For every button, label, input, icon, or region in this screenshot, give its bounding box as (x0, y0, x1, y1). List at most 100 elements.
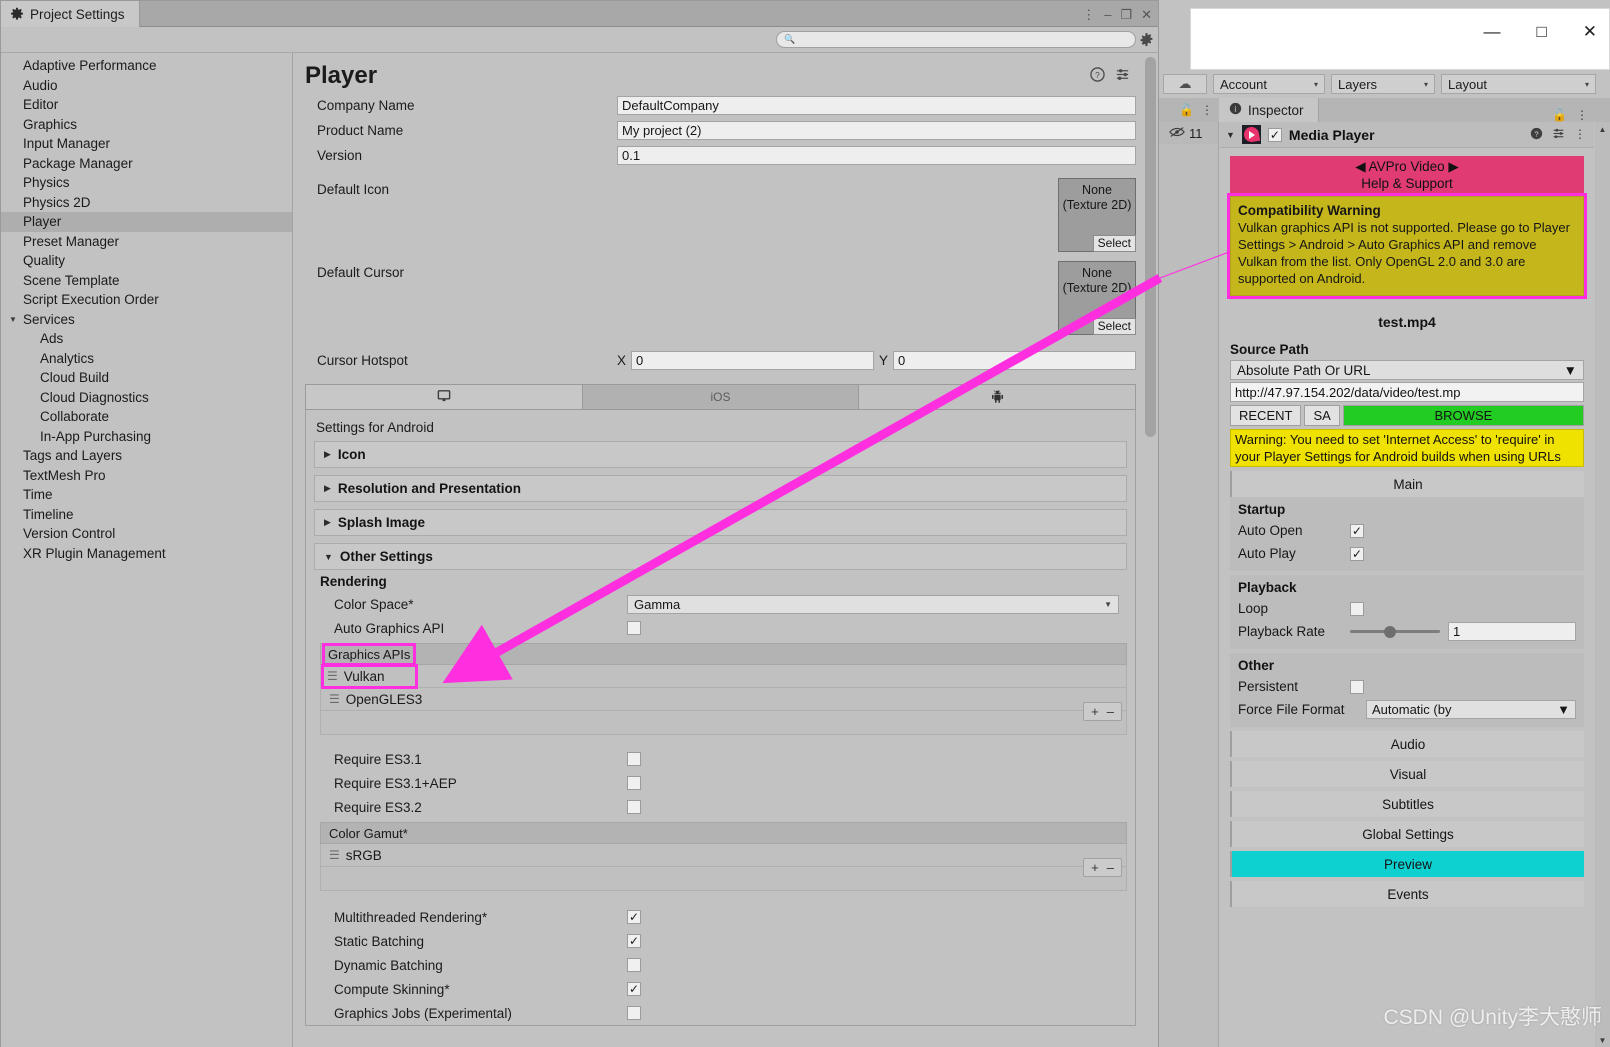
sidebar-item-in-app-purchasing[interactable]: In-App Purchasing (1, 427, 292, 447)
default-cursor-object-field[interactable]: None (Texture 2D) Select (1058, 261, 1136, 335)
sidebar-item-version-control[interactable]: Version Control (1, 524, 292, 544)
scrollbar-thumb[interactable] (1145, 57, 1156, 437)
sidebar-item-cloud-diagnostics[interactable]: Cloud Diagnostics (1, 388, 292, 408)
sidebar-item-cloud-build[interactable]: Cloud Build (1, 368, 292, 388)
help-icon[interactable]: ? (1090, 67, 1105, 82)
default-icon-object-field[interactable]: None (Texture 2D) Select (1058, 178, 1136, 252)
drag-handle-icon[interactable]: ☰ (329, 848, 340, 862)
sidebar-item-audio[interactable]: Audio (1, 76, 292, 96)
settings-sidebar[interactable]: Adaptive Performance Audio Editor Graphi… (1, 53, 293, 1047)
minimize-icon[interactable]: – (1104, 8, 1111, 21)
sidebar-item-physics-2d[interactable]: Physics 2D (1, 193, 292, 213)
company-name-input[interactable]: DefaultCompany (617, 95, 1136, 115)
settings-gear-icon[interactable] (1139, 32, 1154, 47)
playback-rate-value[interactable]: 1 (1448, 622, 1576, 641)
hotspot-y-input[interactable]: 0 (893, 350, 1136, 370)
sidebar-item-collaborate[interactable]: Collaborate (1, 407, 292, 427)
tab-inspector[interactable]: i Inspector (1219, 98, 1319, 122)
chevron-down-icon[interactable]: ▼ (9, 315, 17, 324)
auto-play-checkbox[interactable]: ✓ (1350, 546, 1364, 561)
sidebar-item-physics[interactable]: Physics (1, 173, 292, 193)
dynamic-batching-checkbox[interactable] (627, 958, 641, 972)
preset-icon[interactable] (1115, 67, 1130, 82)
platform-tab-bar[interactable]: iOS (305, 384, 1136, 410)
search-field-wrapper[interactable]: 🔍 (776, 31, 1136, 48)
section-tab-main[interactable]: Main (1230, 471, 1584, 497)
sidebar-item-ads[interactable]: Ads (1, 329, 292, 349)
remove-color-gamut-button[interactable]: – (1107, 860, 1114, 875)
sidebar-item-graphics[interactable]: Graphics (1, 115, 292, 135)
graphics-api-item-vulkan[interactable]: ☰ Vulkan (320, 663, 1127, 689)
auto-open-checkbox[interactable]: ✓ (1350, 523, 1364, 538)
sidebar-item-analytics[interactable]: Analytics (1, 349, 292, 369)
preset-icon[interactable] (1552, 127, 1565, 143)
search-input[interactable] (799, 33, 1135, 46)
slider-knob[interactable] (1384, 625, 1397, 638)
require-es31-checkbox[interactable] (627, 752, 641, 766)
sidebar-item-xr-plugin-management[interactable]: XR Plugin Management (1, 544, 292, 564)
kebab-icon[interactable]: ⋮ (1574, 127, 1586, 143)
auto-graphics-api-checkbox[interactable] (627, 621, 641, 635)
scroll-down-arrow[interactable]: ▼ (1595, 1033, 1610, 1047)
sidebar-item-script-execution-order[interactable]: Script Execution Order (1, 290, 292, 310)
section-tab-visual[interactable]: Visual (1230, 761, 1584, 787)
graphics-jobs-checkbox[interactable] (627, 1006, 641, 1020)
sa-button[interactable]: SA (1304, 405, 1340, 426)
lock-icon[interactable]: 🔓 (1552, 108, 1567, 122)
browse-button[interactable]: BROWSE (1342, 405, 1584, 426)
sidebar-item-editor[interactable]: Editor (1, 95, 292, 115)
product-name-input[interactable]: My project (2) (617, 120, 1136, 140)
compute-skinning-checkbox[interactable]: ✓ (627, 982, 641, 996)
hierarchy-visibility-row[interactable]: 11 (1159, 122, 1218, 144)
add-color-gamut-button[interactable]: + (1091, 860, 1099, 875)
color-gamut-item-srgb[interactable]: ☰ sRGB (320, 844, 1127, 867)
force-file-format-dropdown[interactable]: Automatic (by ▼ (1366, 700, 1576, 719)
section-tab-events[interactable]: Events (1230, 881, 1584, 907)
kebab-icon[interactable]: ⋮ (1082, 8, 1095, 21)
default-icon-select-button[interactable]: Select (1092, 235, 1136, 252)
source-path-url-input[interactable]: http://47.97.154.202/data/video/test.mp (1230, 382, 1584, 402)
foldout-splash-image[interactable]: ▶ Splash Image (314, 509, 1127, 536)
sidebar-item-preset-manager[interactable]: Preset Manager (1, 232, 292, 252)
component-enabled-checkbox[interactable]: ✓ (1267, 127, 1282, 142)
section-tab-preview[interactable]: Preview (1230, 851, 1584, 877)
remove-graphics-api-button[interactable]: – (1107, 704, 1114, 719)
player-pane-scrollbar[interactable] (1145, 57, 1156, 1043)
sidebar-item-services[interactable]: ▼ Services (1, 310, 292, 330)
drag-handle-icon[interactable]: ☰ (327, 669, 338, 683)
close-icon[interactable]: ✕ (1141, 8, 1152, 21)
kebab-icon[interactable]: ⋮ (1201, 103, 1213, 117)
layout-dropdown[interactable]: Layout ▾ (1441, 74, 1596, 94)
section-tab-subtitles[interactable]: Subtitles (1230, 791, 1584, 817)
scroll-up-arrow[interactable]: ▲ (1595, 122, 1610, 136)
playback-rate-slider[interactable] (1350, 625, 1440, 639)
loop-checkbox[interactable] (1350, 601, 1364, 616)
section-tab-global-settings[interactable]: Global Settings (1230, 821, 1584, 847)
multithreaded-rendering-checkbox[interactable]: ✓ (627, 910, 641, 924)
sidebar-item-quality[interactable]: Quality (1, 251, 292, 271)
tab-project-settings[interactable]: Project Settings (1, 1, 140, 27)
sidebar-item-time[interactable]: Time (1, 485, 292, 505)
minimize-icon[interactable]: — (1483, 23, 1500, 40)
sidebar-item-tags-and-layers[interactable]: Tags and Layers (1, 446, 292, 466)
static-batching-checkbox[interactable]: ✓ (627, 934, 641, 948)
sidebar-item-package-manager[interactable]: Package Manager (1, 154, 292, 174)
persistent-checkbox[interactable] (1350, 679, 1364, 694)
version-input[interactable]: 0.1 (617, 145, 1136, 165)
kebab-icon[interactable]: ⋮ (1576, 108, 1588, 122)
add-graphics-api-button[interactable]: + (1091, 704, 1099, 719)
platform-tab-ios[interactable]: iOS (582, 385, 860, 409)
hotspot-x-input[interactable]: 0 (631, 350, 874, 370)
account-dropdown[interactable]: Account ▾ (1213, 74, 1325, 94)
chevron-down-icon[interactable]: ▼ (1226, 130, 1235, 140)
source-path-mode-dropdown[interactable]: Absolute Path Or URL ▼ (1230, 360, 1584, 380)
foldout-resolution-and-presentation[interactable]: ▶ Resolution and Presentation (314, 475, 1127, 502)
sidebar-item-textmesh-pro[interactable]: TextMesh Pro (1, 466, 292, 486)
require-es31aep-checkbox[interactable] (627, 776, 641, 790)
graphics-api-item-opengles3[interactable]: ☰ OpenGLES3 (320, 688, 1127, 711)
color-space-dropdown[interactable]: Gamma ▼ (627, 594, 1119, 614)
default-cursor-select-button[interactable]: Select (1092, 318, 1136, 335)
platform-tab-android[interactable] (859, 385, 1136, 409)
sidebar-item-player[interactable]: Player (1, 212, 292, 232)
foldout-icon[interactable]: ▶ Icon (314, 441, 1127, 468)
